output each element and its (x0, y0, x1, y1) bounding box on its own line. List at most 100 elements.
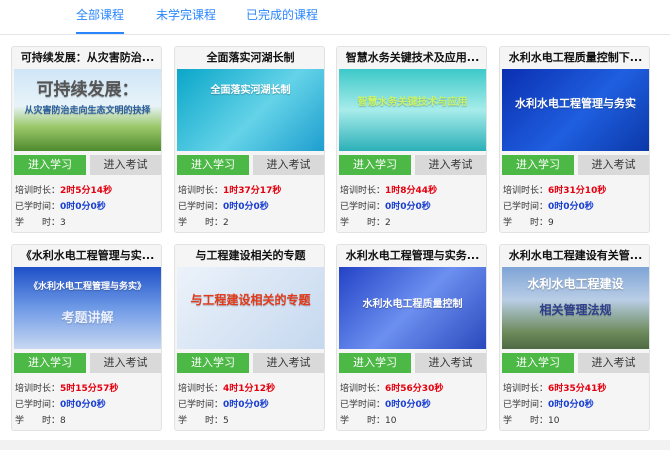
credit-hours: 学 时：10 (503, 413, 559, 426)
studied-time-value: 0时0分0秒 (385, 400, 431, 410)
start-learning-button[interactable]: 进入学习 (177, 353, 249, 373)
credit-hours: 学 时：5 (178, 413, 229, 426)
training-duration-label: 培训时长： (340, 384, 386, 394)
course-card: 与工程建设相关的专题 与工程建设相关的专题 进入学习 进入考试 培训时长：4时1… (174, 244, 325, 431)
training-duration-label: 培训时长： (15, 186, 61, 196)
studied-time: 已学时间：0时0分0秒 (15, 199, 106, 212)
training-duration: 培训时长：6时31分10秒 (503, 183, 606, 196)
course-filter-tabs: 全部课程 未学完课程 已完成的课程 (0, 0, 670, 35)
training-duration-label: 培训时长： (15, 384, 61, 394)
start-learning-button[interactable]: 进入学习 (177, 155, 249, 175)
credit-hours-label: 学 时： (340, 218, 386, 228)
course-title[interactable]: 智慧水务关键技术及应用... (337, 47, 486, 69)
course-title[interactable]: 水利水电工程管理与实务... (337, 245, 486, 267)
tab-unfinished-courses[interactable]: 未学完课程 (156, 6, 216, 32)
course-thumbnail[interactable]: 《水利水电工程管理与务实》 考题讲解 (14, 267, 161, 349)
course-card: 可持续发展：从灾害防治... 可持续发展： 从灾害防治走向生态文明的抉择 进入学… (11, 46, 162, 233)
studied-time: 已学时间：0时0分0秒 (178, 397, 269, 410)
course-card: 全面落实河湖长制 全面落实河湖长制 进入学习 进入考试 培训时长：1时37分17… (174, 46, 325, 233)
start-exam-button[interactable]: 进入考试 (578, 155, 649, 175)
studied-time-value: 0时0分0秒 (548, 202, 594, 212)
training-duration: 培训时长：1时37分17秒 (178, 183, 281, 196)
studied-time-label: 已学时间： (15, 202, 61, 212)
start-exam-button[interactable]: 进入考试 (578, 353, 649, 373)
training-duration-value: 6时56分30秒 (385, 384, 444, 394)
thumbnail-caption: 《水利水电工程管理与务实》 (28, 282, 146, 292)
course-title[interactable]: 可持续发展：从灾害防治... (12, 47, 161, 69)
credit-hours-value: 3 (60, 218, 66, 228)
training-duration-label: 培训时长： (503, 186, 549, 196)
training-duration: 培训时长：6时56分30秒 (340, 381, 443, 394)
studied-time-label: 已学时间： (178, 202, 224, 212)
course-card: 智慧水务关键技术及应用... 智慧水务关键技术与应用 进入学习 进入考试 培训时… (336, 46, 487, 233)
training-duration-value: 5时15分57秒 (60, 384, 119, 394)
course-thumbnail[interactable]: 水利水电工程建设 相关管理法规 (502, 267, 649, 349)
start-exam-button[interactable]: 进入考试 (253, 155, 324, 175)
start-exam-button[interactable]: 进入考试 (415, 155, 486, 175)
start-learning-button[interactable]: 进入学习 (14, 353, 86, 373)
thumbnail-caption: 水利水电工程建设 (527, 277, 624, 291)
studied-time: 已学时间：0时0分0秒 (178, 199, 269, 212)
credit-hours-value: 10 (548, 416, 560, 426)
course-thumbnail[interactable]: 智慧水务关键技术与应用 (339, 69, 486, 151)
tab-all-courses[interactable]: 全部课程 (76, 6, 125, 34)
studied-time: 已学时间：0时0分0秒 (340, 397, 431, 410)
thumbnail-caption: 与工程建设相关的专题 (190, 293, 311, 307)
tab-completed-courses[interactable]: 已完成的课程 (246, 6, 318, 32)
course-title[interactable]: 《水利水电工程管理与实... (12, 245, 161, 267)
course-card: 水利水电工程管理与实务... 水利水电工程质量控制 进入学习 进入考试 培训时长… (336, 244, 487, 431)
studied-time-label: 已学时间： (340, 400, 386, 410)
start-exam-button[interactable]: 进入考试 (415, 353, 486, 373)
start-learning-button[interactable]: 进入学习 (14, 155, 86, 175)
start-learning-button[interactable]: 进入学习 (502, 353, 574, 373)
studied-time-value: 0时0分0秒 (223, 202, 269, 212)
thumbnail-caption: 水利水电工程管理与务实 (515, 97, 636, 110)
studied-time: 已学时间：0时0分0秒 (503, 397, 594, 410)
course-thumbnail[interactable]: 水利水电工程质量控制 (339, 267, 486, 349)
training-duration: 培训时长：2时5分14秒 (15, 183, 112, 196)
start-exam-button[interactable]: 进入考试 (90, 353, 161, 373)
course-title[interactable]: 水利水电工程建设有关管... (500, 245, 649, 267)
course-card: 水利水电工程建设有关管... 水利水电工程建设 相关管理法规 进入学习 进入考试… (499, 244, 650, 431)
credit-hours-value: 2 (223, 218, 229, 228)
course-card: 《水利水电工程管理与实... 《水利水电工程管理与务实》 考题讲解 进入学习 进… (11, 244, 162, 431)
start-exam-button[interactable]: 进入考试 (253, 353, 324, 373)
course-thumbnail[interactable]: 可持续发展： 从灾害防治走向生态文明的抉择 (14, 69, 161, 151)
credit-hours-label: 学 时： (503, 416, 549, 426)
credit-hours: 学 时：10 (340, 413, 396, 426)
thumbnail-caption: 水利水电工程质量控制 (362, 299, 463, 310)
course-thumbnail[interactable]: 水利水电工程管理与务实 (502, 69, 649, 151)
credit-hours-value: 8 (60, 416, 66, 426)
course-title[interactable]: 水利水电工程质量控制下... (500, 47, 649, 69)
credit-hours-value: 5 (223, 416, 229, 426)
course-title[interactable]: 全面落实河湖长制 (175, 47, 324, 69)
studied-time-label: 已学时间： (340, 202, 386, 212)
training-duration-value: 4时1分12秒 (223, 384, 276, 394)
course-title[interactable]: 与工程建设相关的专题 (175, 245, 324, 267)
studied-time-label: 已学时间： (178, 400, 224, 410)
start-learning-button[interactable]: 进入学习 (502, 155, 574, 175)
training-duration: 培训时长：1时8分44秒 (340, 183, 437, 196)
credit-hours: 学 时：8 (15, 413, 66, 426)
course-thumbnail[interactable]: 全面落实河湖长制 (177, 69, 324, 151)
studied-time-value: 0时0分0秒 (548, 400, 594, 410)
studied-time-label: 已学时间： (503, 202, 549, 212)
thumbnail-subcaption: 相关管理法规 (539, 303, 612, 317)
training-duration-value: 6时31分10秒 (548, 186, 607, 196)
credit-hours-label: 学 时： (340, 416, 386, 426)
studied-time-value: 0时0分0秒 (60, 400, 106, 410)
start-exam-button[interactable]: 进入考试 (90, 155, 161, 175)
studied-time-value: 0时0分0秒 (60, 202, 106, 212)
start-learning-button[interactable]: 进入学习 (339, 353, 411, 373)
thumbnail-subcaption: 考题讲解 (61, 311, 114, 326)
credit-hours: 学 时：3 (15, 215, 66, 228)
credit-hours-label: 学 时： (15, 218, 61, 228)
training-duration-value: 1时8分44秒 (385, 186, 438, 196)
start-learning-button[interactable]: 进入学习 (339, 155, 411, 175)
course-thumbnail[interactable]: 与工程建设相关的专题 (177, 267, 324, 349)
studied-time: 已学时间：0时0分0秒 (503, 199, 594, 212)
training-duration: 培训时长：5时15分57秒 (15, 381, 118, 394)
training-duration: 培训时长：6时35分41秒 (503, 381, 606, 394)
thumbnail-caption: 智慧水务关键技术与应用 (357, 97, 468, 108)
credit-hours-value: 2 (385, 218, 391, 228)
